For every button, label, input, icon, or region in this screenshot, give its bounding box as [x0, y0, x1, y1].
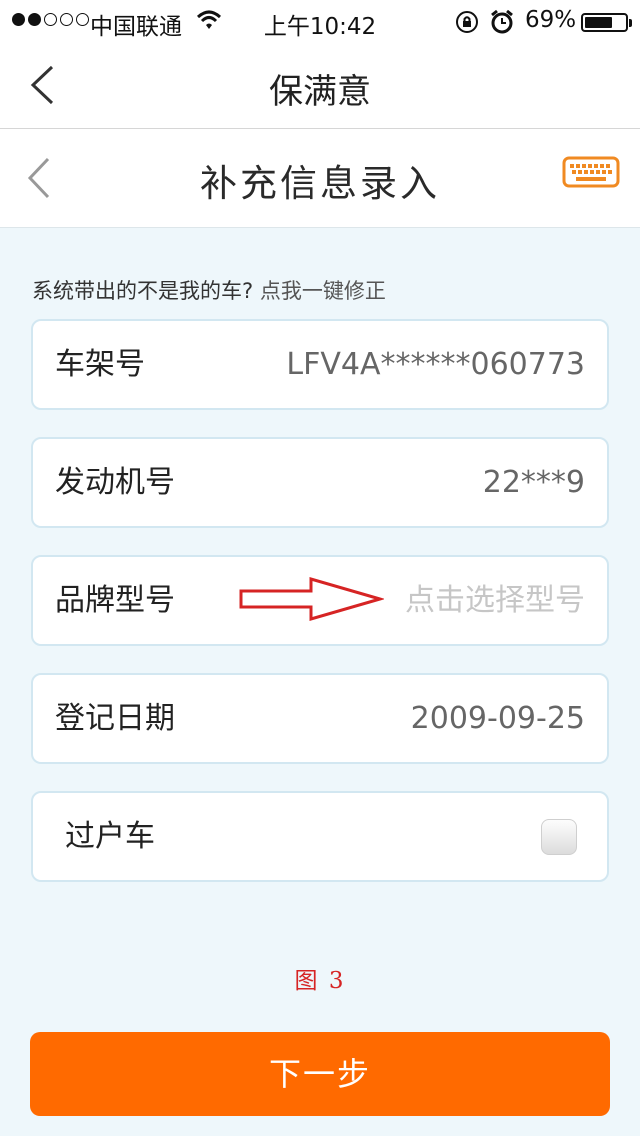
brand-model-label: 品牌型号 — [55, 583, 175, 618]
vin-value: LFV4A******060773 — [286, 347, 585, 382]
next-step-button[interactable]: 下一步 — [30, 1032, 610, 1116]
brand-model-placeholder: 点击选择型号 — [405, 583, 585, 618]
registration-date-value: 2009-09-25 — [410, 701, 585, 736]
transferred-car-label: 过户车 — [65, 819, 155, 854]
back-chevron-icon[interactable] — [26, 64, 58, 106]
battery-percentage: 69% — [525, 7, 577, 33]
nav-bar: 保满意 — [0, 42, 640, 129]
registration-date-label: 登记日期 — [55, 701, 175, 736]
keyboard-icon[interactable] — [562, 156, 620, 188]
hint-text: 系统带出的不是我的车? — [32, 279, 254, 303]
engine-number-field[interactable]: 发动机号 22***9 — [31, 437, 609, 528]
figure-caption: 图 3 — [294, 968, 346, 994]
one-click-fix-link[interactable]: 点我一键修正 — [260, 279, 386, 303]
page-title: 补充信息录入 — [200, 162, 440, 205]
page-back-chevron-icon[interactable] — [24, 156, 54, 200]
transferred-car-checkbox[interactable] — [541, 819, 577, 855]
alarm-icon — [491, 9, 513, 34]
battery-fill — [585, 17, 612, 28]
vin-label: 车架号 — [55, 347, 145, 382]
vin-field[interactable]: 车架号 LFV4A******060773 — [31, 319, 609, 410]
nav-title: 保满意 — [269, 72, 371, 112]
correction-hint: 系统带出的不是我的车? 点我一键修正 — [32, 275, 386, 305]
annotation-arrow-icon — [239, 577, 384, 621]
battery-icon — [581, 13, 632, 32]
registration-date-field[interactable]: 登记日期 2009-09-25 — [31, 673, 609, 764]
engine-number-value: 22***9 — [482, 465, 585, 500]
rotation-lock-icon — [456, 11, 478, 33]
page-header: 补充信息录入 — [0, 129, 640, 228]
engine-number-label: 发动机号 — [55, 465, 175, 500]
status-bar: 中国联通 上午10:42 69% — [0, 0, 640, 42]
transferred-car-field: 过户车 — [31, 791, 609, 882]
